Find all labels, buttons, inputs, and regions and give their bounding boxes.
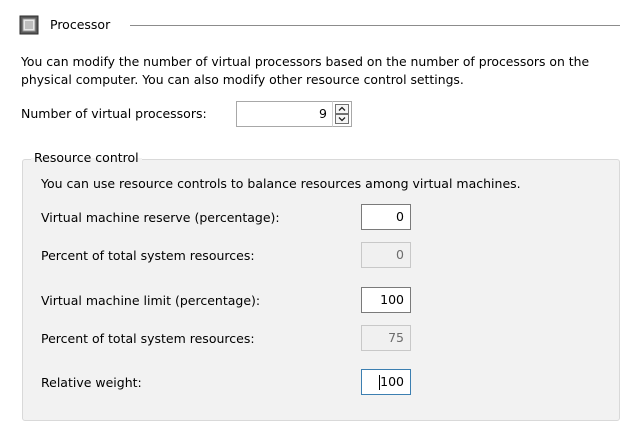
processor-chip-icon [19, 15, 39, 35]
section-title: Processor [50, 15, 117, 35]
limit-total-label: Percent of total system resources: [41, 331, 255, 346]
spin-up-button[interactable] [335, 104, 349, 114]
resource-control-description: You can use resource controls to balance… [41, 176, 521, 191]
relative-weight-value: 100 [380, 374, 404, 389]
relative-weight-label: Relative weight: [41, 375, 142, 390]
relative-weight-input[interactable]: 100 [361, 369, 411, 395]
limit-total-value: 75 [361, 325, 411, 351]
text-caret [379, 375, 380, 390]
reserve-input[interactable]: 0 [361, 204, 411, 230]
processor-description: You can modify the number of virtual pro… [21, 54, 590, 87]
reserve-total-value: 0 [361, 242, 411, 268]
chevron-up-icon [338, 106, 346, 111]
reserve-label: Virtual machine reserve (percentage): [41, 210, 280, 225]
chevron-down-icon [338, 117, 346, 122]
limit-input[interactable]: 100 [361, 287, 411, 313]
resource-control-title: Resource control [31, 149, 142, 167]
virtual-processors-spinner [332, 101, 352, 127]
section-divider [130, 25, 620, 26]
virtual-processors-input[interactable]: 9 [236, 101, 333, 127]
spin-down-button[interactable] [335, 114, 349, 124]
limit-label: Virtual machine limit (percentage): [41, 293, 261, 308]
virtual-processors-label: Number of virtual processors: [21, 106, 207, 121]
reserve-total-label: Percent of total system resources: [41, 248, 255, 263]
